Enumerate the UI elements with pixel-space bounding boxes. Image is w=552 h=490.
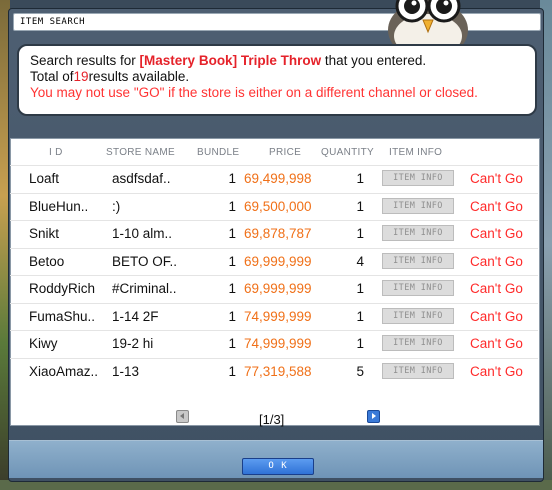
item-info-button[interactable]: ITEM INFO [382,170,454,186]
table-row[interactable]: XiaoAmaz.. 1-13 1 77,319,588 5 ITEM INFO Can't… [10,357,538,384]
seller-id: BlueHun.. [29,198,89,214]
bundle-count: 1 [228,308,236,324]
column-header-id: I D [49,147,63,158]
table-row[interactable]: Loaft asdfsdaf.. 1 69,499,998 1 ITEM INFO Can'… [10,165,538,191]
store-name: 1-14 2F [112,308,159,324]
table-row[interactable]: FumaShu.. 1-14 2F 1 74,999,999 1 ITEM INFO Can… [10,302,538,329]
store-name: 1-10 alm.. [112,226,173,241]
search-summary-line: Search results for [Mastery Book] Triple… [30,53,525,69]
price: 74,999,999 [244,308,312,324]
store-name: 19-2 hi [112,336,154,351]
seller-id: XiaoAmaz.. [29,363,99,379]
store-name: 1-13 [112,363,140,379]
item-info-button[interactable]: ITEM INFO [382,362,454,379]
go-to-store-link[interactable]: Can't Go [470,199,523,214]
column-header-bundle: BUNDLE [197,147,240,158]
go-to-store-link[interactable]: Can't Go [470,364,523,379]
quantity: 1 [356,336,364,351]
search-info-box: Search results for [Mastery Book] Triple… [17,44,537,116]
item-info-button[interactable]: ITEM INFO [382,252,454,269]
bundle-count: 1 [228,171,236,186]
go-to-store-link[interactable]: Can't Go [470,226,523,241]
column-header-store-name: STORE NAME [106,147,175,158]
price: 69,999,999 [244,253,312,269]
price: 77,319,588 [244,363,312,379]
quantity: 1 [356,308,364,324]
bundle-count: 1 [228,253,236,269]
seller-id: FumaShu.. [29,308,96,324]
go-to-store-link[interactable]: Can't Go [470,281,523,296]
item-info-button[interactable]: ITEM INFO [382,280,454,296]
price: 74,999,999 [244,336,312,351]
store-name: asdfsdaf.. [112,171,171,186]
window-title: ITEM SEARCH [20,17,86,27]
bundle-count: 1 [228,336,236,351]
item-info-button[interactable]: ITEM INFO [382,335,454,351]
price: 69,999,999 [244,281,312,296]
total-prefix: Total of [30,69,74,84]
bundle-count: 1 [228,281,236,296]
page-indicator: [1/3] [259,412,285,427]
seller-id: Kiwy [29,336,58,351]
item-info-button[interactable]: ITEM INFO [382,225,454,241]
quantity: 5 [356,363,364,379]
bundle-count: 1 [228,226,236,241]
column-header-price: PRICE [269,147,302,158]
seller-id: Loaft [29,171,60,186]
table-row[interactable]: RoddyRich #Criminal.. 1 69,999,999 1 ITEM INF… [10,275,538,301]
bundle-count: 1 [228,363,236,379]
seller-id: Snikt [29,226,60,241]
quantity: 1 [356,198,364,214]
quantity: 1 [356,281,364,296]
price: 69,878,787 [244,226,312,241]
go-to-store-link[interactable]: Can't Go [470,254,523,269]
ok-button[interactable]: O K [242,458,314,475]
quantity: 4 [356,253,364,269]
search-term: [Mastery Book] Triple Throw [139,53,322,68]
column-header-quantity: QUANTITY [321,147,374,158]
table-row[interactable]: Kiwy 19-2 hi 1 74,999,999 1 ITEM INFO Can't Go [10,330,538,356]
total-suffix: results available. [88,69,190,84]
store-name: BETO OF.. [112,253,178,269]
seller-id: RoddyRich [29,281,96,296]
table-row[interactable]: Betoo BETO OF.. 1 69,999,999 4 ITEM INFO Can't… [10,247,538,274]
go-to-store-link[interactable]: Can't Go [470,171,523,186]
item-info-button[interactable]: ITEM INFO [382,307,454,324]
total-count: 19 [73,69,89,84]
go-to-store-link[interactable]: Can't Go [470,336,523,351]
quantity: 1 [356,226,364,241]
quantity: 1 [356,171,364,186]
price: 69,499,998 [244,171,312,186]
go-to-store-link[interactable]: Can't Go [470,309,523,324]
summary-suffix: that you entered. [321,53,427,68]
store-name: :) [112,198,121,214]
store-name: #Criminal.. [112,281,177,296]
next-page-button[interactable] [367,410,380,423]
table-row[interactable]: BlueHun..:) 1 69,500,000 1 ITEM INFO Can't Go [10,192,538,219]
price: 69,500,000 [244,198,312,214]
bundle-count: 1 [228,198,236,214]
channel-warning: You may not use "GO" if the store is eit… [30,85,478,100]
previous-page-button[interactable] [176,410,189,423]
table-row[interactable]: Snikt 1-10 alm.. 1 69,878,787 1 ITEM INFO Can'… [10,220,538,246]
total-results-line: Total of19results available. [30,69,525,85]
item-info-button[interactable]: ITEM INFO [382,197,454,214]
column-header-item-info: ITEM INFO [389,147,443,158]
seller-id: Betoo [29,253,65,269]
summary-prefix: Search results for [30,53,140,68]
